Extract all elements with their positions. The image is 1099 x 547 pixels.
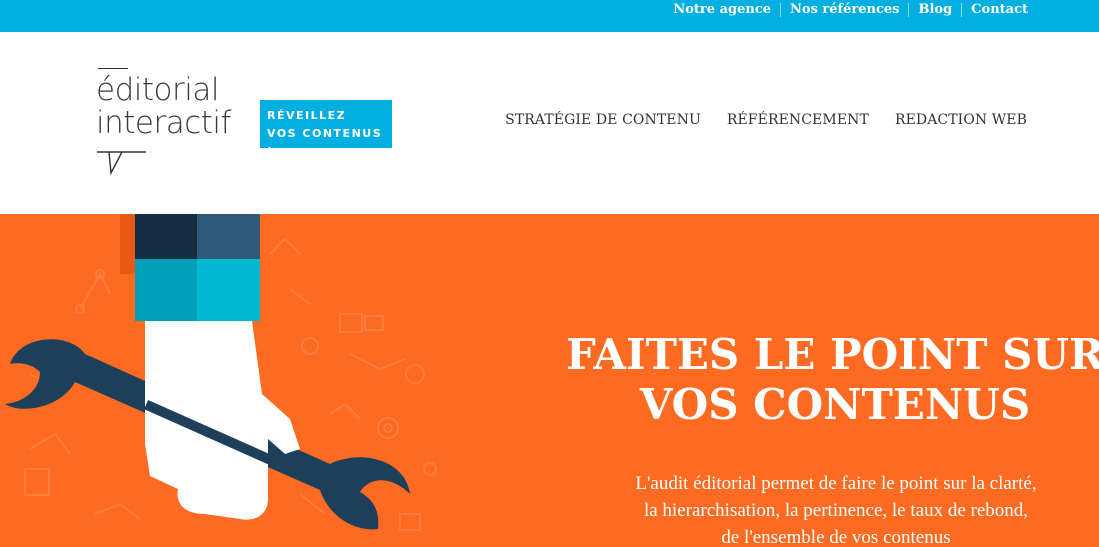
- logo-wordmark: éditorial interactif: [96, 74, 231, 140]
- speech-bubble-icon: [97, 151, 146, 176]
- hero-desc-line3: de l'ensemble de vos contenus: [721, 527, 951, 547]
- logo-tagline: RÉVEILLEZ VOS CONTENUS !: [260, 100, 392, 158]
- top-link-blog[interactable]: Blog: [909, 1, 961, 19]
- hero-description: L'audit éditorial permet de faire le poi…: [556, 470, 1099, 547]
- hand-holding-wrench-icon: [5, 214, 437, 531]
- hero-title-line2: VOS CONTENUS: [639, 380, 1031, 429]
- nav-strategie-de-contenu[interactable]: STRATÉGIE DE CONTENU: [505, 112, 701, 128]
- hero-title: FAITES LE POINT SUR VOS CONTENUS: [540, 330, 1099, 430]
- top-link-contact[interactable]: Contact: [962, 1, 1037, 19]
- tagline-line1: RÉVEILLEZ: [267, 109, 347, 122]
- top-link-nos-references[interactable]: Nos références: [781, 1, 908, 19]
- top-nav: Notre agence Nos références Blog Contact: [664, 0, 1037, 20]
- hero-title-line1: FAITES LE POINT SUR: [566, 330, 1099, 379]
- top-bar: Notre agence Nos références Blog Contact: [0, 0, 1099, 32]
- hero-banner: FAITES LE POINT SUR VOS CONTENUS L'audit…: [0, 214, 1099, 547]
- hero-desc-line1: L'audit éditorial permet de faire le poi…: [635, 473, 1037, 494]
- tagline-line2: VOS CONTENUS !: [267, 127, 383, 158]
- site-logo[interactable]: éditorial interactif RÉVEILLEZ VOS CONTE…: [96, 66, 396, 176]
- logo-line2: interactif: [96, 105, 231, 141]
- logo-line: [98, 68, 128, 69]
- main-nav: STRATÉGIE DE CONTENU RÉFÉRENCEMENT REDAC…: [505, 112, 1027, 128]
- hero-desc-line2: la hierarchisation, la pertinence, le ta…: [643, 500, 1029, 521]
- top-link-notre-agence[interactable]: Notre agence: [664, 1, 780, 19]
- nav-referencement[interactable]: RÉFÉRENCEMENT: [727, 112, 869, 128]
- logo-line1: éditorial: [96, 72, 219, 108]
- site-header: éditorial interactif RÉVEILLEZ VOS CONTE…: [0, 32, 1099, 214]
- nav-redaction-web[interactable]: REDACTION WEB: [895, 112, 1027, 128]
